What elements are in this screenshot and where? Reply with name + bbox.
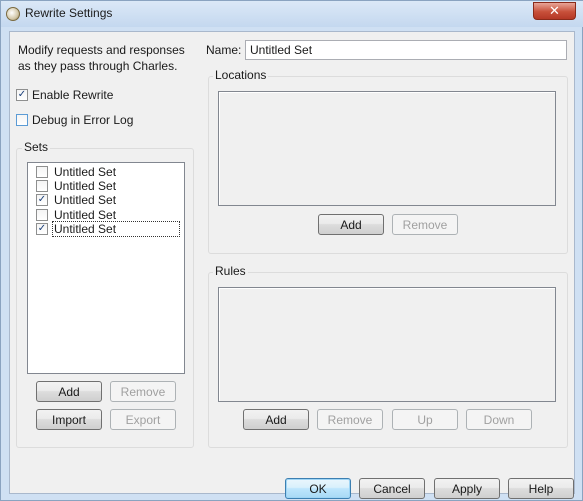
set-5-checkbox[interactable]: ✓ bbox=[36, 223, 48, 235]
check-icon: ✓ bbox=[37, 223, 47, 234]
set-1-label: Untitled Set bbox=[54, 165, 117, 179]
sets-list[interactable]: Untitled Set Untitled Set ✓ Untitled Set… bbox=[27, 162, 185, 374]
list-item[interactable]: ✓ Untitled Set bbox=[36, 221, 180, 237]
ok-button[interactable]: OK bbox=[285, 478, 351, 499]
import-button[interactable]: Import bbox=[36, 409, 102, 430]
enable-rewrite-checkbox[interactable]: ✓ bbox=[16, 89, 28, 101]
list-item[interactable]: Untitled Set bbox=[36, 179, 117, 193]
intro-line-1: Modify requests and responses bbox=[18, 43, 185, 57]
charles-app-icon bbox=[6, 7, 20, 21]
enable-rewrite-label: Enable Rewrite bbox=[32, 88, 114, 102]
rules-group-label: Rules bbox=[213, 264, 248, 278]
set-5-label: Untitled Set bbox=[52, 221, 180, 237]
debug-log-checkbox[interactable] bbox=[16, 114, 28, 126]
set-3-checkbox[interactable]: ✓ bbox=[36, 194, 48, 206]
name-input[interactable]: Untitled Set bbox=[245, 40, 567, 60]
cancel-button[interactable]: Cancel bbox=[359, 478, 425, 499]
set-2-checkbox[interactable] bbox=[36, 180, 48, 192]
check-icon: ✓ bbox=[37, 194, 47, 205]
rules-remove-button[interactable]: Remove bbox=[317, 409, 383, 430]
export-button[interactable]: Export bbox=[110, 409, 176, 430]
rules-add-button[interactable]: Add bbox=[243, 409, 309, 430]
set-1-checkbox[interactable] bbox=[36, 166, 48, 178]
locations-list[interactable] bbox=[218, 91, 556, 206]
sets-remove-button[interactable]: Remove bbox=[110, 381, 176, 402]
sets-group-label: Sets bbox=[22, 140, 51, 154]
enable-rewrite-option[interactable]: ✓ Enable Rewrite bbox=[16, 88, 113, 102]
list-item[interactable]: Untitled Set bbox=[36, 165, 117, 179]
locations-remove-button[interactable]: Remove bbox=[392, 214, 458, 235]
intro-line-2: as they pass through Charles. bbox=[18, 59, 178, 73]
rules-up-button[interactable]: Up bbox=[392, 409, 458, 430]
intro-text: Modify requests and responses as they pa… bbox=[18, 42, 185, 74]
apply-button[interactable]: Apply bbox=[434, 478, 500, 499]
title-bar[interactable]: Rewrite Settings ✕ bbox=[1, 1, 583, 27]
window-title: Rewrite Settings bbox=[25, 6, 113, 20]
set-2-label: Untitled Set bbox=[54, 179, 117, 193]
set-4-label: Untitled Set bbox=[54, 208, 117, 222]
rules-list[interactable] bbox=[218, 287, 556, 402]
set-4-checkbox[interactable] bbox=[36, 209, 48, 221]
sets-add-button[interactable]: Add bbox=[36, 381, 102, 402]
name-label: Name: bbox=[206, 43, 242, 57]
close-button[interactable]: ✕ bbox=[533, 2, 576, 20]
list-item[interactable]: Untitled Set bbox=[36, 208, 117, 222]
locations-add-button[interactable]: Add bbox=[318, 214, 384, 235]
check-icon: ✓ bbox=[17, 89, 27, 100]
locations-group-label: Locations bbox=[213, 68, 269, 82]
close-icon: ✕ bbox=[549, 3, 560, 18]
set-3-label: Untitled Set bbox=[54, 193, 117, 207]
debug-log-label: Debug in Error Log bbox=[32, 113, 134, 127]
dialog-content: Modify requests and responses as they pa… bbox=[9, 31, 575, 499]
rewrite-settings-window: Rewrite Settings ✕ Modify requests and r… bbox=[0, 0, 583, 501]
debug-log-option[interactable]: Debug in Error Log bbox=[16, 113, 133, 127]
rules-down-button[interactable]: Down bbox=[466, 409, 532, 430]
help-button[interactable]: Help bbox=[508, 478, 574, 499]
list-item[interactable]: ✓ Untitled Set bbox=[36, 193, 117, 207]
